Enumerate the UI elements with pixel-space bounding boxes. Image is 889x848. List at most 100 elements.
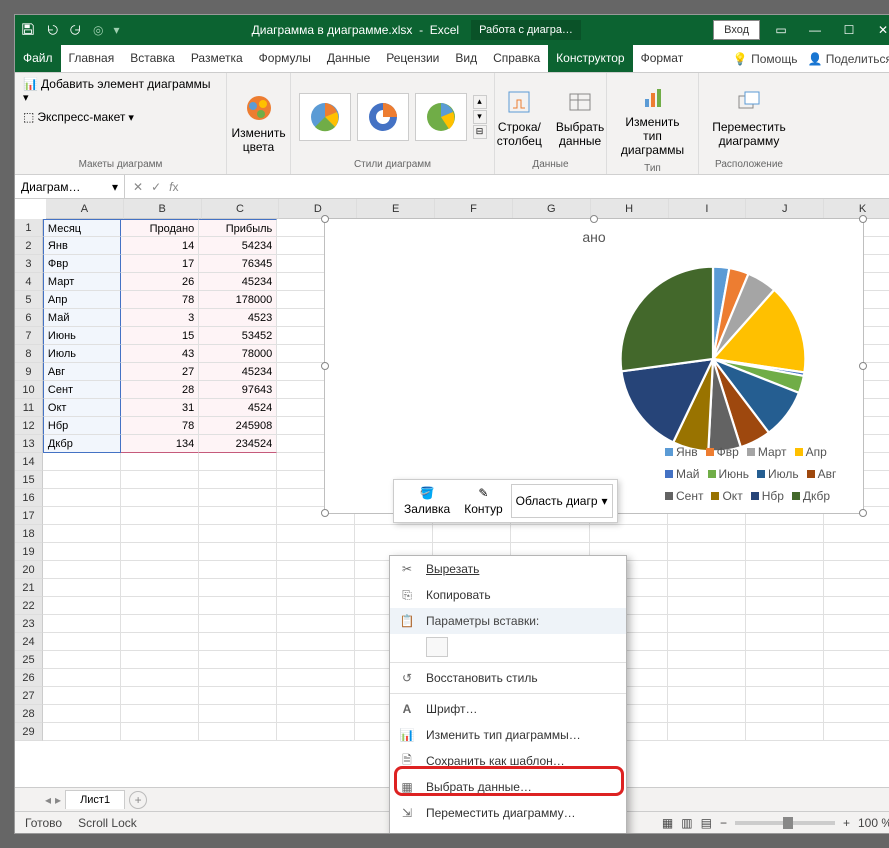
cell[interactable] [277, 615, 355, 633]
menu-select-data[interactable]: ▦Выбрать данные… [390, 774, 626, 800]
select-data-button[interactable]: Выбрать данные [552, 82, 608, 152]
row-header[interactable]: 16 [15, 489, 43, 507]
cell[interactable]: 31 [121, 399, 199, 417]
cell[interactable] [433, 525, 511, 543]
zoom-slider[interactable] [735, 821, 835, 825]
cell[interactable]: 78000 [199, 345, 277, 363]
resize-handle[interactable] [859, 215, 867, 223]
row-header[interactable]: 2 [15, 237, 43, 255]
column-header[interactable]: J [746, 199, 824, 219]
cell[interactable] [668, 597, 746, 615]
row-header[interactable]: 29 [15, 723, 43, 741]
cell[interactable] [824, 723, 889, 741]
legend-item[interactable]: Авг [807, 467, 837, 481]
cell[interactable] [668, 705, 746, 723]
cell[interactable] [199, 723, 277, 741]
resize-handle[interactable] [859, 509, 867, 517]
resize-handle[interactable] [321, 215, 329, 223]
legend-item[interactable]: Фвр [706, 445, 739, 459]
cell[interactable] [668, 723, 746, 741]
cell[interactable] [668, 633, 746, 651]
cell[interactable] [824, 669, 889, 687]
cell[interactable] [746, 723, 824, 741]
cell[interactable]: Март [43, 273, 121, 291]
gallery-down-icon[interactable]: ▾ [473, 110, 487, 124]
cell[interactable] [199, 687, 277, 705]
row-header[interactable]: 20 [15, 561, 43, 579]
legend-item[interactable]: Нбр [751, 489, 784, 503]
row-header[interactable]: 14 [15, 453, 43, 471]
cell[interactable] [746, 597, 824, 615]
cell[interactable] [277, 687, 355, 705]
row-header[interactable]: 8 [15, 345, 43, 363]
redo-icon[interactable] [69, 22, 83, 39]
row-header[interactable]: 18 [15, 525, 43, 543]
undo-icon[interactable] [45, 22, 59, 39]
menu-copy[interactable]: ⎘Копировать [390, 582, 626, 608]
row-header[interactable]: 22 [15, 597, 43, 615]
cell[interactable] [199, 561, 277, 579]
cell[interactable]: Месяц [43, 219, 121, 237]
chart-area-dropdown[interactable]: Область диагр▾ [511, 484, 613, 518]
cell[interactable]: 45234 [199, 363, 277, 381]
cell[interactable]: 78 [121, 291, 199, 309]
cell[interactable] [668, 579, 746, 597]
cell[interactable] [668, 561, 746, 579]
cell[interactable] [668, 687, 746, 705]
cell[interactable] [121, 525, 199, 543]
row-header[interactable]: 27 [15, 687, 43, 705]
view-page-icon[interactable]: ▥ [681, 816, 692, 830]
column-header[interactable]: H [591, 199, 669, 219]
cell[interactable]: 54234 [199, 237, 277, 255]
cell[interactable] [43, 543, 121, 561]
chevron-down-icon[interactable]: ▾ [112, 180, 118, 194]
camera-icon[interactable]: ◎ [93, 23, 103, 37]
legend-item[interactable]: Март [747, 445, 787, 459]
menu-move-chart[interactable]: ⇲Переместить диаграмму… [390, 800, 626, 826]
row-header[interactable]: 6 [15, 309, 43, 327]
close-icon[interactable]: ✕ [870, 18, 889, 42]
cell[interactable] [668, 615, 746, 633]
row-header[interactable]: 21 [15, 579, 43, 597]
cell[interactable] [824, 687, 889, 705]
maximize-icon[interactable]: ☐ [836, 18, 862, 42]
row-header[interactable]: 12 [15, 417, 43, 435]
style-thumb[interactable] [415, 93, 467, 141]
new-sheet-button[interactable]: + [129, 791, 147, 809]
cell[interactable]: Май [43, 309, 121, 327]
cell[interactable] [746, 669, 824, 687]
move-chart-button[interactable]: Переместить диаграмму [708, 82, 790, 152]
cell[interactable] [668, 543, 746, 561]
cell[interactable] [824, 579, 889, 597]
cell[interactable] [277, 543, 355, 561]
tab-view[interactable]: Вид [447, 45, 485, 72]
cell[interactable]: 17 [121, 255, 199, 273]
cell[interactable] [121, 615, 199, 633]
share-button[interactable]: 👤 Поделиться [807, 52, 889, 66]
tab-insert[interactable]: Вставка [122, 45, 183, 72]
column-header[interactable]: C [202, 199, 280, 219]
row-header[interactable]: 15 [15, 471, 43, 489]
gallery-more-icon[interactable]: ⊟ [473, 125, 487, 139]
cell[interactable] [824, 705, 889, 723]
column-header[interactable]: B [124, 199, 202, 219]
row-header[interactable]: 24 [15, 633, 43, 651]
cell[interactable] [43, 597, 121, 615]
cell[interactable]: 178000 [199, 291, 277, 309]
cell[interactable]: 4523 [199, 309, 277, 327]
cell[interactable]: 134 [121, 435, 199, 453]
sheet-tab[interactable]: Лист1 [65, 790, 125, 809]
cell[interactable] [43, 453, 121, 471]
zoom-level[interactable]: 100 % [858, 816, 889, 830]
outline-button[interactable]: ✎Контур [458, 484, 508, 518]
cell[interactable]: Нбр [43, 417, 121, 435]
save-icon[interactable] [21, 22, 35, 39]
cell[interactable] [277, 705, 355, 723]
row-header[interactable]: 17 [15, 507, 43, 525]
tab-review[interactable]: Рецензии [378, 45, 447, 72]
cell[interactable]: 26 [121, 273, 199, 291]
cell[interactable]: 27 [121, 363, 199, 381]
zoom-in-icon[interactable]: + [843, 816, 850, 830]
pie-chart[interactable] [603, 249, 823, 469]
cell[interactable] [121, 633, 199, 651]
